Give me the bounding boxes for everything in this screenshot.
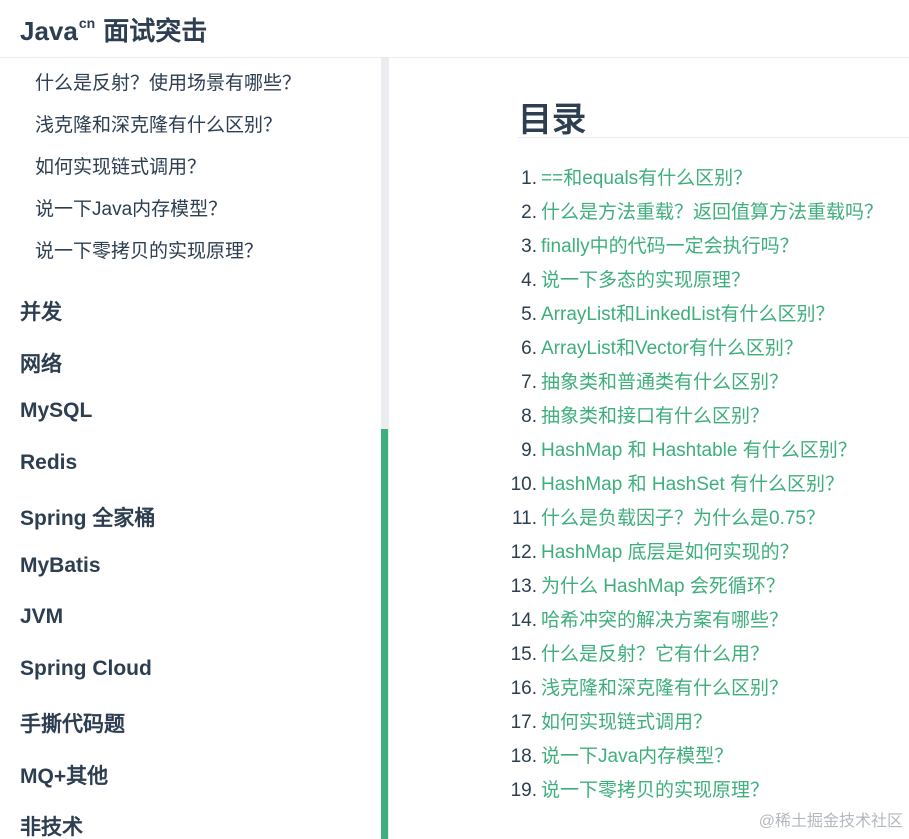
title-divider	[518, 137, 909, 138]
site-title-link[interactable]: Javacn 面试突击	[20, 11, 207, 48]
toc-item-number: 1.	[521, 168, 537, 189]
sidebar-sub-item[interactable]: 说一下Java内存模型？	[35, 194, 227, 221]
sidebar-group-heading[interactable]: 并发	[20, 296, 62, 326]
toc-item-number: 16.	[510, 678, 537, 699]
toc-item-number: 8.	[521, 406, 537, 427]
sidebar: 什么是反射？使用场景有哪些？ 浅克隆和深克隆有什么区别？ 如何实现链式调用？ 说一下J…	[0, 58, 389, 839]
toc-item-number: 2.	[521, 202, 537, 223]
site-name: Java	[20, 16, 78, 46]
toc-item-number: 18.	[510, 746, 537, 767]
sidebar-group-heading[interactable]: Spring Cloud	[20, 657, 152, 681]
toc-item-link[interactable]: ==和equals有什么区别？	[541, 162, 752, 196]
sidebar-scrollbar[interactable]	[381, 58, 388, 839]
toc-item-number: 12.	[510, 542, 537, 563]
toc-item-number: 14.	[510, 610, 537, 631]
sidebar-group-heading[interactable]: MySQL	[20, 399, 92, 423]
sidebar-sub-item[interactable]: 说一下零拷贝的实现原理？	[35, 236, 263, 263]
toc-item-link[interactable]: ArrayList和Vector有什么区别？	[541, 332, 803, 366]
toc-item-link[interactable]: 什么是负载因子？为什么是0.75？	[541, 502, 825, 536]
toc-item-link[interactable]: 什么是方法重载？返回值算方法重载吗？	[541, 196, 883, 230]
toc-item-number: 4.	[521, 270, 537, 291]
toc-item-link[interactable]: 说一下Java内存模型？	[541, 740, 733, 774]
sidebar-group-heading[interactable]: Spring 全家桶	[20, 502, 155, 532]
toc-item-number: 17.	[510, 712, 537, 733]
toc-item-link[interactable]: 抽象类和普通类有什么区别？	[541, 366, 788, 400]
site-name-sup: cn	[78, 15, 96, 31]
toc-item-number: 11.	[511, 508, 537, 529]
toc-item-link[interactable]: 哈希冲突的解决方案有哪些？	[541, 604, 788, 638]
sidebar-sub-item[interactable]: 如何实现链式调用？	[35, 152, 206, 179]
sidebar-group-heading[interactable]: JVM	[20, 605, 63, 629]
sidebar-group-heading[interactable]: Redis	[20, 451, 77, 475]
sidebar-scrollbar-thumb[interactable]	[381, 429, 388, 839]
toc-item-number: 10.	[510, 474, 537, 495]
toc-item-number: 15.	[510, 644, 537, 665]
main-content: 目录 1. ==和equals有什么区别？ 2. 什么是方法重载？返回值算方法重载吗？…	[389, 58, 909, 839]
toc-item-number: 9.	[521, 440, 537, 461]
toc-item-link[interactable]: 说一下多态的实现原理？	[541, 264, 750, 298]
toc-item-number: 5.	[521, 304, 537, 325]
toc-item-link[interactable]: HashMap 和 Hashtable 有什么区别？	[541, 434, 857, 468]
sidebar-group-heading[interactable]: 手撕代码题	[20, 708, 125, 738]
page-title: 目录	[518, 101, 586, 139]
toc-item-link[interactable]: 为什么 HashMap 会死循环？	[541, 570, 785, 604]
toc-item-link[interactable]: 抽象类和接口有什么区别？	[541, 400, 769, 434]
toc-item-link[interactable]: HashMap 和 HashSet 有什么区别？	[541, 468, 844, 502]
toc-item-number: 13.	[510, 576, 537, 597]
sidebar-group-heading[interactable]: 网络	[20, 348, 62, 378]
sidebar-group-heading[interactable]: MyBatis	[20, 554, 101, 578]
toc-item-link[interactable]: 什么是反射？它有什么用？	[541, 638, 769, 672]
toc-item-number: 7.	[521, 372, 537, 393]
sidebar-group-heading[interactable]: 非技术	[20, 811, 83, 839]
toc-item-link[interactable]: 浅克隆和深克隆有什么区别？	[541, 672, 788, 706]
toc-item-link[interactable]: HashMap 底层是如何实现的？	[541, 536, 799, 570]
top-navbar: Javacn 面试突击	[0, 0, 909, 58]
sidebar-group-heading[interactable]: MQ+其他	[20, 760, 108, 790]
watermark: @稀土掘金技术社区	[758, 813, 903, 830]
toc-item-link[interactable]: 如何实现链式调用？	[541, 706, 712, 740]
toc-item-link[interactable]: ArrayList和LinkedList有什么区别？	[541, 298, 835, 332]
sidebar-sub-item[interactable]: 什么是反射？使用场景有哪些？	[35, 68, 301, 95]
site-name-suffix: 面试突击	[103, 16, 208, 46]
toc-item-number: 6.	[521, 338, 537, 359]
toc-item-link[interactable]: finally中的代码一定会执行吗？	[541, 230, 799, 264]
toc-item-number: 19.	[510, 780, 537, 801]
toc-item-number: 3.	[521, 236, 537, 257]
toc-item-link[interactable]: 说一下零拷贝的实现原理？	[541, 774, 769, 808]
sidebar-sub-item[interactable]: 浅克隆和深克隆有什么区别？	[35, 110, 282, 137]
